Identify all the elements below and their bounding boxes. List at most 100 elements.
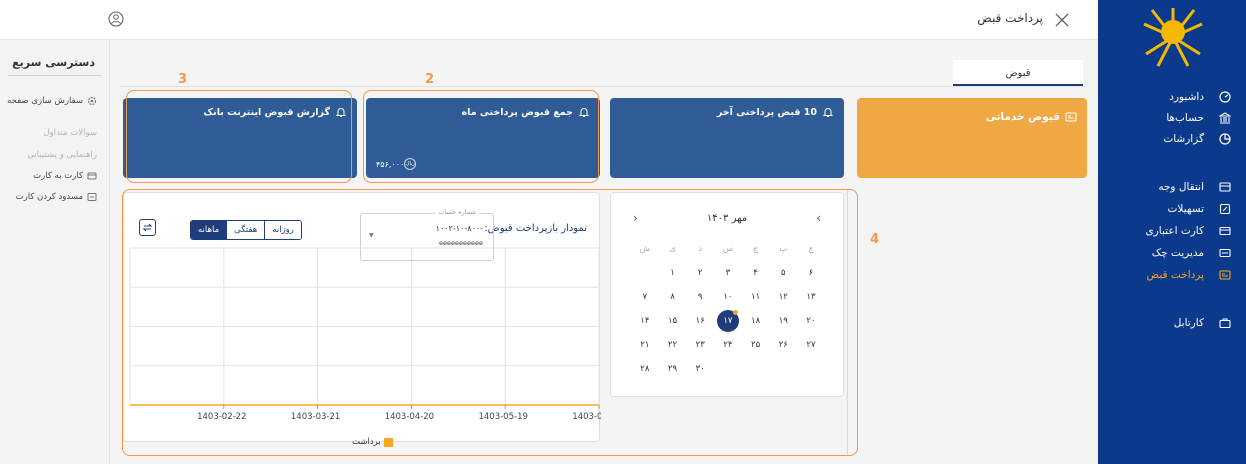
calendar-day[interactable]: ۲۹ [659,357,687,381]
weekday-label: پ [779,244,788,254]
calendar-day[interactable]: ۲۲ [659,333,687,357]
calendar-day[interactable]: ۱ [659,261,687,285]
weekday-label: د [698,244,703,254]
report-icon [1218,132,1232,146]
calendar-day [714,357,742,381]
block-card-icon [87,192,97,202]
weekday-label: ج [808,244,814,254]
main-sidebar: داشبورد حساب‌ها گزارشات انتقال وجه تسهیل… [1098,0,1246,464]
calendar-day[interactable]: ۲۵ [742,333,770,357]
sidebar-item-label: مدیریت چک [1151,247,1204,259]
calendar-day[interactable]: ۲۸ [631,357,659,381]
sidebar-item-loans[interactable]: تسهیلات [1098,198,1246,220]
page-title: پرداخت قبض [977,11,1043,25]
divider [847,190,848,455]
weekday-label: س [722,244,734,254]
card-monthly-total[interactable]: جمع قبوض پرداختی ماه ریال ۴۵۶,۰۰۰ [366,98,600,178]
calendar-day[interactable]: ۱۵ [659,309,687,333]
bell-icon [335,106,347,118]
card-title: قبوض خدماتی [985,111,1060,123]
sidebar-item-label: تسهیلات [1167,203,1204,215]
divider [8,75,101,76]
x-tick-label: 1403-03-21 [291,412,340,422]
loan-icon [1218,202,1232,216]
quick-item-block-card[interactable]: مسدود کردن کارت [16,192,97,202]
sidebar-item-bill-payment[interactable]: پرداخت قبض [1098,264,1246,286]
calendar-day[interactable]: ۲۷ [797,333,825,357]
credit-card-icon [1218,224,1232,238]
calendar-day[interactable]: ۱۴ [631,309,659,333]
sidebar-item-label: کارتابل [1173,317,1204,329]
calendar-day[interactable]: ۲۴ [714,333,742,357]
calendar-day[interactable]: ۳۰ [686,357,714,381]
legend-label: برداشت [352,437,381,447]
sidebar-item-label: داشبورد [1169,91,1204,103]
calendar-day[interactable]: ۵ [769,261,797,285]
bill-icon [1218,268,1232,282]
sidebar-item-cheque[interactable]: مدیریت چک [1098,242,1246,264]
calendar-day [769,357,797,381]
quick-item-faq[interactable]: سوالات متداول [43,128,97,138]
gear-icon [87,96,97,106]
calendar-day[interactable]: ۶ [797,261,825,285]
calendar-day[interactable]: ۲۳ [686,333,714,357]
card-title: 10 قبض پرداختی آخر [716,106,817,118]
sidebar-item-credit-card[interactable]: کارت اعتباری [1098,220,1246,242]
close-icon[interactable] [1052,10,1072,30]
calendar-month-label: مهر ۱۴۰۳ [706,213,748,224]
transfer-icon [1218,180,1232,194]
quick-item-customize[interactable]: سفارش سازی صفحه [7,96,97,106]
cartable-icon [1218,316,1232,330]
user-circle-icon[interactable] [108,11,124,27]
chart-legend: برداشت [352,437,393,447]
annotation-label-2: 2 [425,72,435,87]
calendar-day[interactable]: ۴ [742,261,770,285]
sidebar-item-accounts[interactable]: حساب‌ها [1098,107,1246,129]
calendar-day[interactable]: ۸ [659,285,687,309]
x-tick-label: 1403-06-18 [572,412,601,422]
calendar-day[interactable]: ۱۳ [797,285,825,309]
sidebar-item-label: کارت اعتباری [1145,225,1205,237]
quick-item-card-to-card[interactable]: کارت به کارت [33,171,97,181]
chevron-left-icon[interactable]: ‹ [633,211,638,225]
calendar-day[interactable]: ۱۹ [769,309,797,333]
sidebar-item-reports[interactable]: گزارشات [1098,128,1246,150]
calendar-day[interactable]: ۱۰ [714,285,742,309]
chevron-right-icon[interactable]: › [816,211,821,225]
cheque-icon [1218,246,1232,260]
sun-logo [1142,6,1204,68]
calendar-day[interactable]: ۳ [714,261,742,285]
calendar-panel: مهر ۱۴۰۳ ‹ › ش ی د س چ پ ج ۱ ۲ ۳ ۴ ۵ ۶ ۷ ۸ ۹ ۱۰ ۱۱ ۱۲ ۱۳ ۱۴ ۱… [610,192,844,397]
card-utility-bills[interactable]: قبوض خدماتی [857,98,1087,178]
card-title: جمع قبوض پرداختی ماه [461,106,573,118]
quick-item-support[interactable]: راهنمایی و پشتیبانی [27,150,97,160]
calendar-day[interactable]: ۱۸ [742,309,770,333]
card-last-10-bills[interactable]: 10 قبض پرداختی آخر [610,98,844,178]
quick-access-title: دسترسی سریع [12,56,95,69]
sidebar-item-label: انتقال وجه [1158,181,1204,193]
quick-access-panel: دسترسی سریع سفارش سازی صفحه سوالات متداو… [0,40,110,464]
bell-icon [822,106,834,118]
calendar-day[interactable]: ۱۲ [769,285,797,309]
calendar-day[interactable]: ۲ [686,261,714,285]
calendar-day[interactable]: ۱۶ [686,309,714,333]
card-title: گزارش قبوض اینترنت بانک [203,106,330,118]
x-tick-label: 1403-02-22 [197,412,246,422]
chart-panel: نمودار بازپرداخت قبوض: شماره حساب ۱۰۰۲-۱… [123,192,601,447]
calendar-day[interactable]: ۱۱ [742,285,770,309]
sidebar-item-dashboard[interactable]: داشبورد [1098,86,1246,108]
calendar-day-today[interactable]: ۱۷ [714,309,742,333]
calendar-day[interactable]: ۷ [631,285,659,309]
calendar-day[interactable]: ۹ [686,285,714,309]
card-transfer-icon [87,171,97,181]
calendar-day[interactable]: ۲۰ [797,309,825,333]
card-internet-bank-report[interactable]: گزارش قبوض اینترنت بانک [123,98,357,178]
calendar-day [631,261,659,285]
annotation-label-4: 4 [870,232,880,247]
sidebar-item-cartable[interactable]: کارتابل [1098,312,1246,334]
calendar-day[interactable]: ۲۱ [631,333,659,357]
sidebar-item-transfer[interactable]: انتقال وجه [1098,176,1246,198]
tab-bills[interactable]: قبوض [953,60,1083,86]
calendar-day[interactable]: ۲۶ [769,333,797,357]
bank-icon [1218,111,1232,125]
